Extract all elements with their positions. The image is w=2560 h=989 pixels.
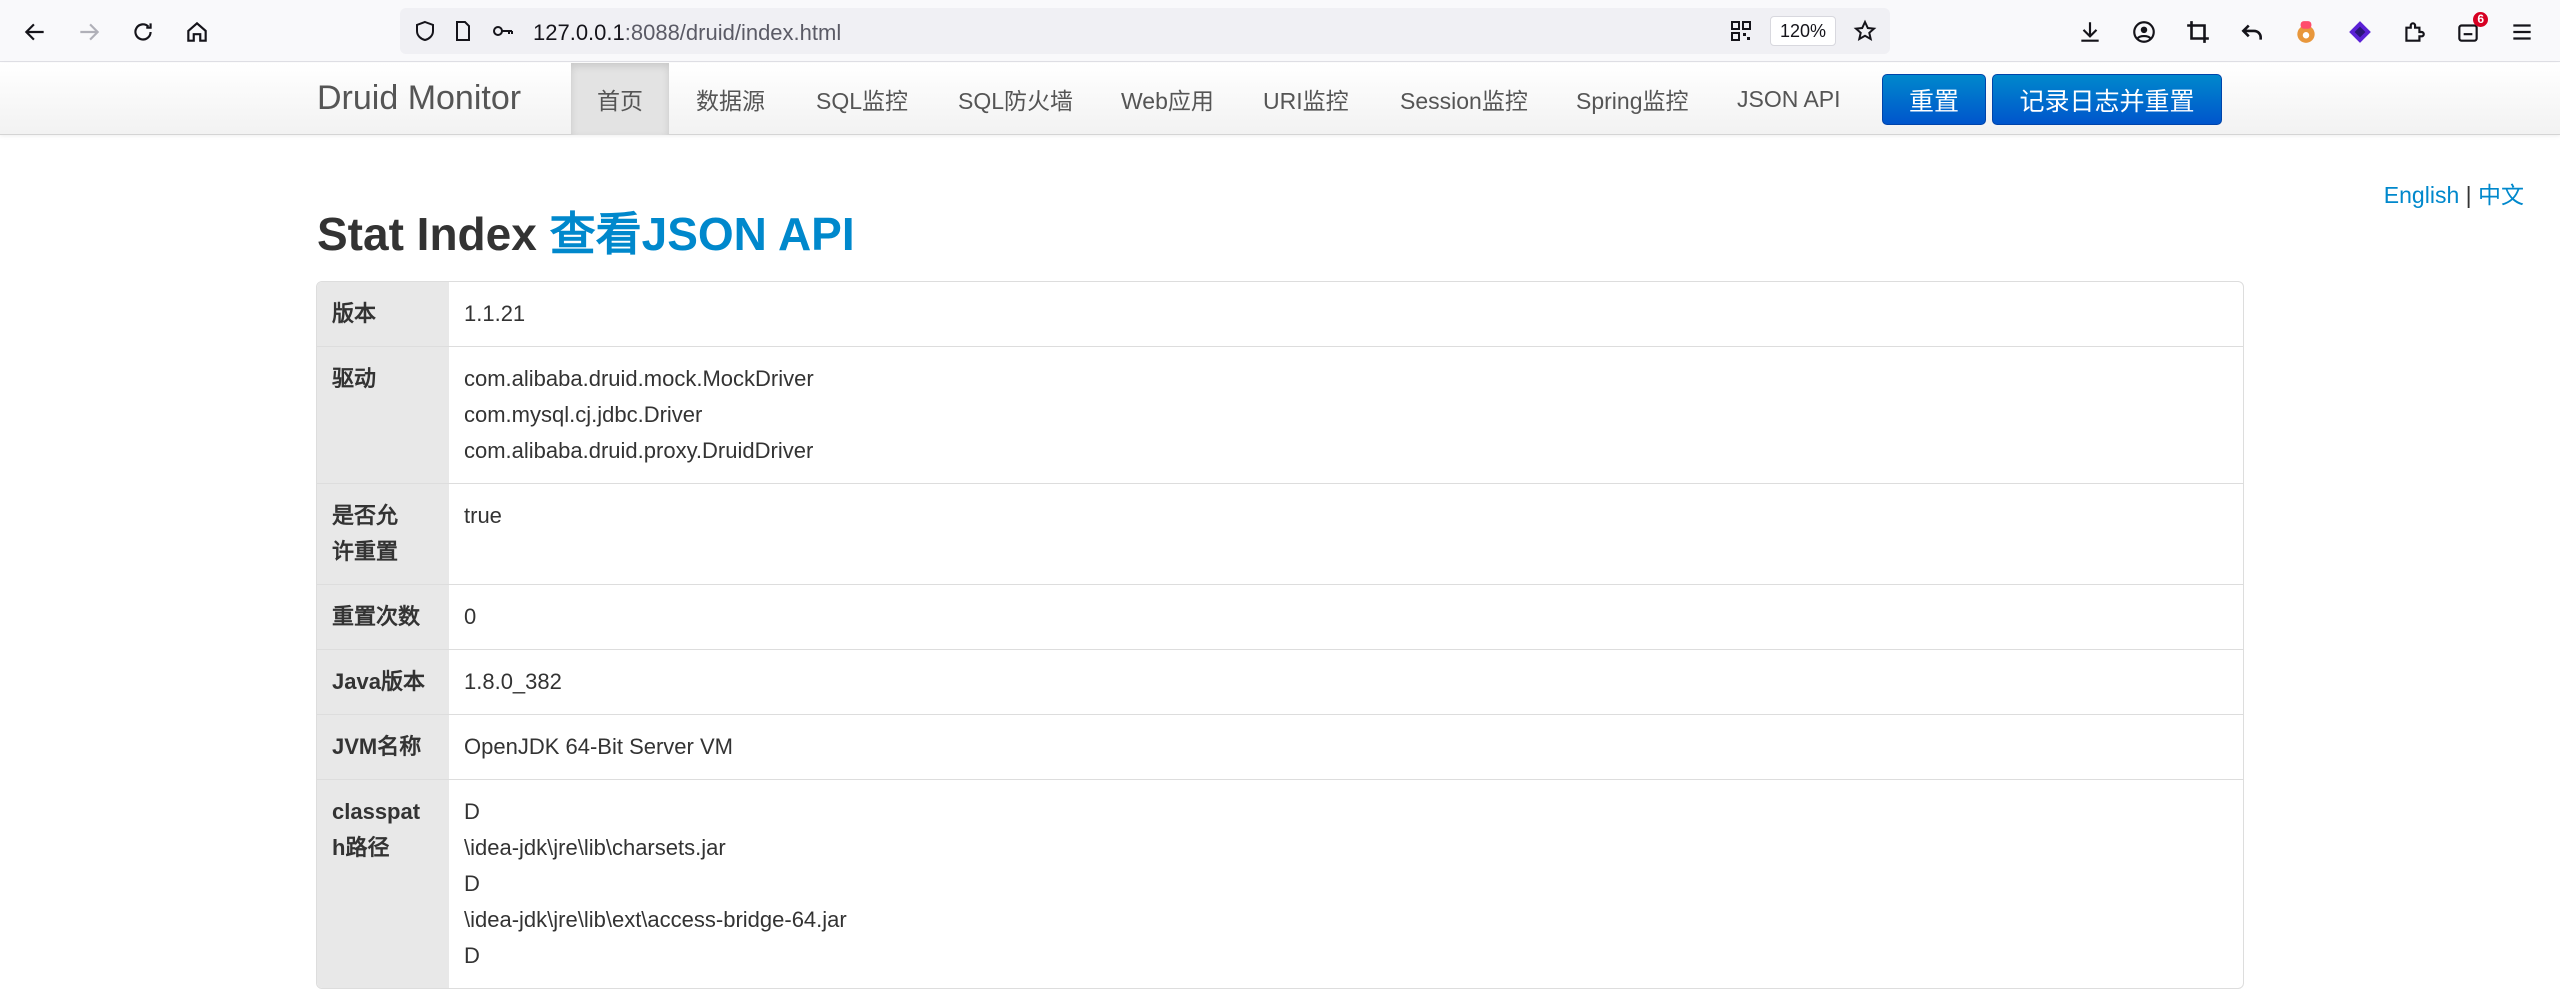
back-arrow-icon [24, 23, 44, 41]
nav-item-web-app[interactable]: Web应用 [1095, 63, 1240, 135]
nav-item-datasource[interactable]: 数据源 [670, 63, 791, 135]
row-value: com.alibaba.druid.mock.MockDriver com.my… [449, 347, 2243, 483]
view-json-api-link[interactable]: 查看JSON API [550, 208, 855, 260]
table-row-java-version: Java版本 1.8.0_382 [317, 649, 2243, 714]
classpath-item: \idea-jdk\jre\lib\ext\access-bridge-64.j… [464, 907, 847, 932]
nav-item-sql-monitor[interactable]: SQL监控 [790, 63, 934, 135]
table-row-classpath: classpath路径 D \idea-jdk\jre\lib\charsets… [317, 779, 2243, 988]
notification-count-badge: 6 [2473, 12, 2488, 27]
row-value: true [449, 484, 2243, 584]
star-bookmark-icon[interactable] [1852, 18, 1878, 44]
stat-index-table: 版本 1.1.21 驱动 com.alibaba.druid.mock.Mock… [316, 281, 2244, 989]
row-value: 1.8.0_382 [449, 650, 2243, 714]
lang-chinese-link[interactable]: 中文 [2478, 182, 2524, 208]
nav-item-uri-monitor[interactable]: URI监控 [1237, 63, 1375, 135]
notifications-icon[interactable]: 6 [2452, 12, 2488, 48]
table-row-reset-enable: 是否允许重置 true [317, 483, 2243, 584]
row-key: JVM名称 [317, 715, 449, 779]
shield-icon[interactable] [412, 18, 438, 44]
driver-item: com.alibaba.druid.mock.MockDriver [464, 366, 814, 391]
extension-cube-icon[interactable] [2344, 16, 2376, 48]
browser-toolbar: 127.0.0.1:8088/druid/index.html 120% 6 [0, 0, 2560, 62]
qr-code-icon[interactable] [1728, 18, 1754, 44]
undo-arrow-icon[interactable] [2236, 16, 2268, 48]
back-button[interactable] [17, 14, 53, 50]
java-version-value: 1.8.0_382 [464, 669, 562, 694]
page-title: Stat Index 查看JSON API [317, 198, 855, 264]
lang-separator: | [2465, 182, 2472, 208]
url-host: 127.0.0.1 [533, 20, 625, 45]
classpath-item: \idea-jdk\jre\lib\charsets.jar [464, 835, 726, 860]
driver-item: com.alibaba.druid.proxy.DruidDriver [464, 438, 814, 463]
zoom-level-badge[interactable]: 120% [1770, 16, 1836, 46]
log-and-reset-button[interactable]: 记录日志并重置 [1992, 74, 2222, 125]
classpath-item: D [464, 943, 480, 968]
home-icon [187, 21, 207, 42]
reload-button[interactable] [125, 14, 161, 50]
key-icon[interactable] [490, 18, 516, 44]
page-icon[interactable] [450, 18, 476, 44]
row-key: classpath路径 [317, 780, 449, 988]
account-icon[interactable] [2128, 16, 2160, 48]
nav-item-json-api[interactable]: JSON API [1711, 63, 1867, 135]
reset-count-value: 0 [464, 604, 477, 629]
nav-item-session-monitor[interactable]: Session监控 [1374, 63, 1554, 135]
menu-hamburger-icon[interactable] [2506, 16, 2538, 48]
nav-item-spring-monitor[interactable]: Spring监控 [1550, 63, 1714, 135]
table-row-jvm-name: JVM名称 OpenJDK 64-Bit Server VM [317, 714, 2243, 779]
download-icon[interactable] [2074, 16, 2106, 48]
url-text[interactable]: 127.0.0.1:8088/druid/index.html [533, 20, 841, 46]
extension-fox-icon[interactable] [2290, 16, 2322, 48]
nav-item-home[interactable]: 首页 [571, 63, 669, 135]
table-row-drivers: 驱动 com.alibaba.druid.mock.MockDriver com… [317, 346, 2243, 483]
classpath-item: D [464, 871, 480, 896]
language-switch: English | 中文 [2384, 176, 2524, 210]
row-value: 1.1.21 [449, 282, 2243, 346]
brand-logo-text[interactable]: Druid Monitor [317, 79, 521, 118]
forward-button[interactable] [71, 14, 107, 50]
extensions-puzzle-icon[interactable] [2398, 16, 2430, 48]
lang-english-link[interactable]: English [2384, 182, 2459, 208]
address-bar[interactable]: 127.0.0.1:8088/druid/index.html 120% [400, 8, 1890, 54]
druid-navbar: Druid Monitor 首页 数据源 SQL监控 SQL防火墙 Web应用 … [0, 63, 2560, 135]
driver-item: com.mysql.cj.jdbc.Driver [464, 402, 703, 427]
row-value: OpenJDK 64-Bit Server VM [449, 715, 2243, 779]
jvm-name-value: OpenJDK 64-Bit Server VM [464, 734, 733, 759]
classpath-item: D [464, 799, 480, 824]
row-value: 0 [449, 585, 2243, 649]
version-value: 1.1.21 [464, 301, 526, 326]
home-button[interactable] [179, 14, 215, 50]
row-value: D \idea-jdk\jre\lib\charsets.jar D \idea… [449, 780, 2243, 988]
table-row-version: 版本 1.1.21 [317, 282, 2243, 346]
row-key: 驱动 [317, 347, 449, 483]
reload-icon [134, 23, 152, 41]
table-row-reset-count: 重置次数 0 [317, 584, 2243, 649]
row-key: 重置次数 [317, 585, 449, 649]
url-path: :8088/druid/index.html [624, 20, 842, 45]
nav-item-sql-firewall[interactable]: SQL防火墙 [932, 63, 1099, 135]
row-key: Java版本 [317, 650, 449, 714]
page-title-text: Stat Index [317, 208, 537, 260]
reset-enable-value: true [464, 503, 502, 528]
reset-button[interactable]: 重置 [1882, 74, 1986, 125]
forward-arrow-icon [80, 23, 100, 41]
crop-screenshot-icon[interactable] [2182, 16, 2214, 48]
row-key: 版本 [317, 282, 449, 346]
row-key: 是否允许重置 [317, 484, 449, 584]
